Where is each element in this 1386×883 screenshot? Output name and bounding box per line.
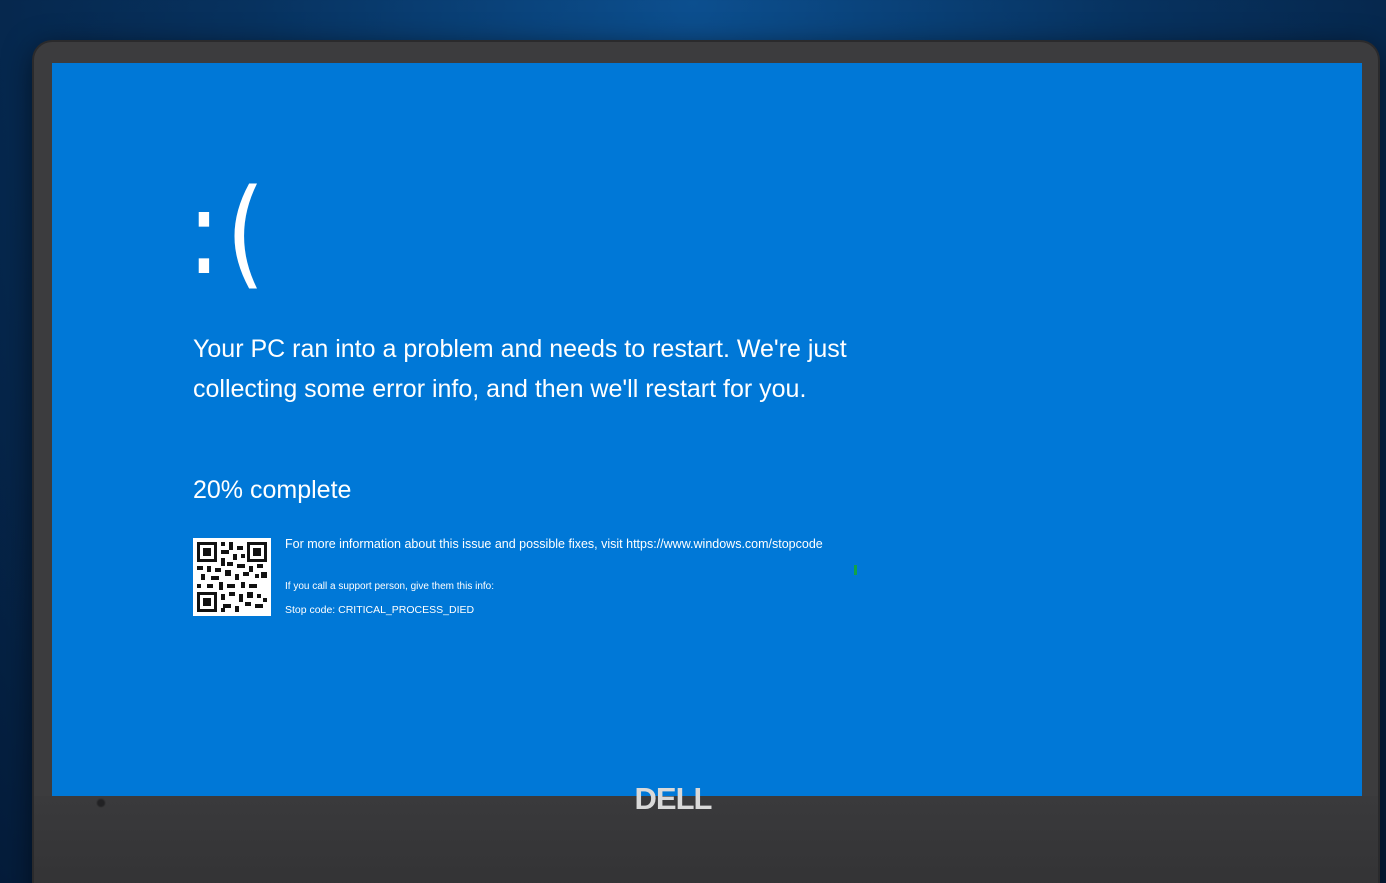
qr-code-graphic (197, 542, 267, 612)
error-message: Your PC ran into a problem and needs to … (193, 335, 847, 403)
dell-logo: DELL (634, 781, 713, 816)
cursor-marker (854, 565, 857, 575)
webcam-icon (96, 798, 106, 808)
qr-code-icon (193, 538, 271, 616)
stop-code: Stop code: CRITICAL_PROCESS_DIED (285, 604, 475, 616)
sad-face-emoticon: :( (187, 163, 271, 301)
laptop-frame: :( Your PC ran into a problem and needs … (34, 42, 1378, 883)
stopcode-info-link: For more information about this issue an… (285, 537, 823, 551)
bsod-screen: :( Your PC ran into a problem and needs … (52, 63, 1362, 796)
support-instructions: If you call a support person, give them … (285, 581, 494, 592)
progress-text: 20% complete (193, 476, 352, 504)
